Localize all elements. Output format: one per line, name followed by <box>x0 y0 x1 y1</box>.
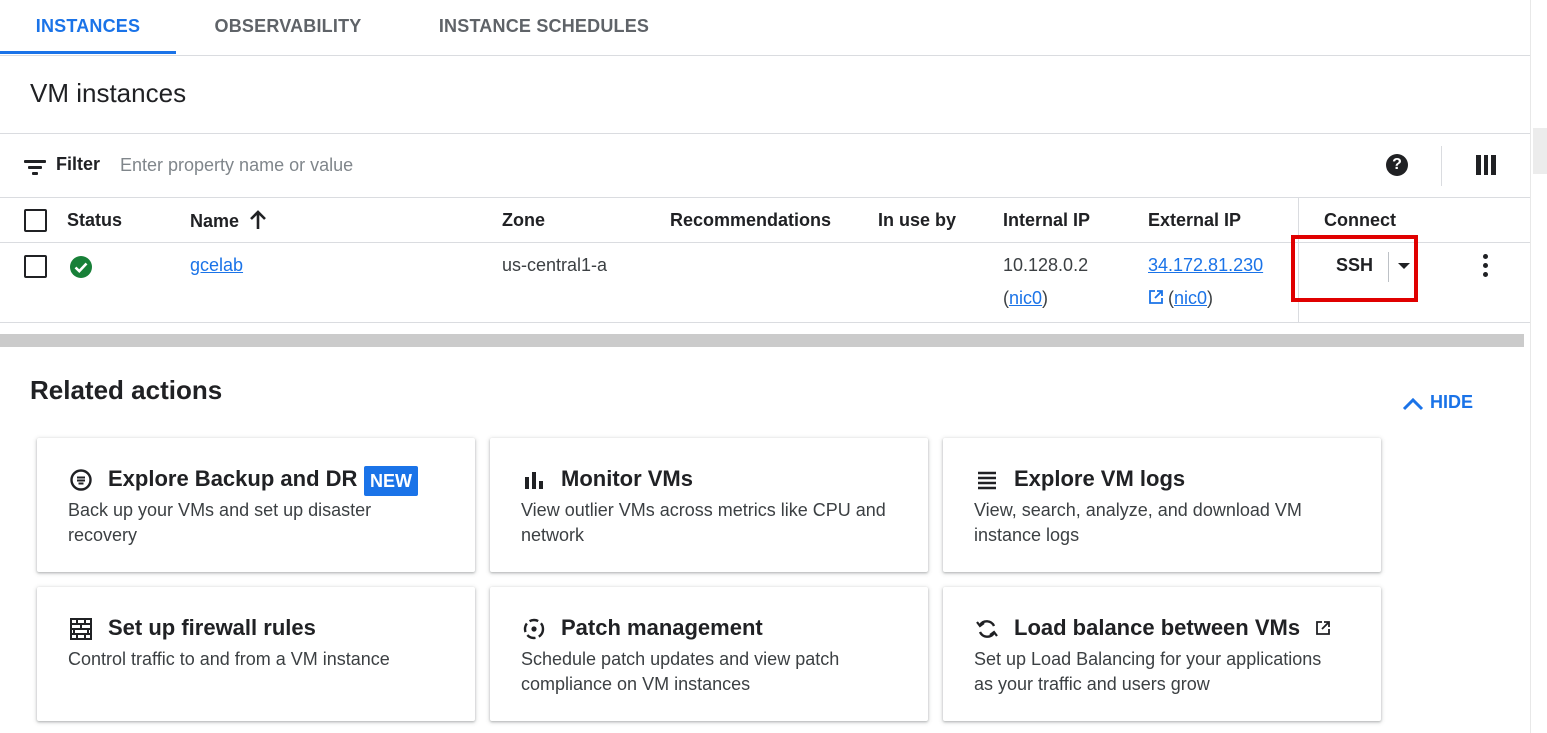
column-name[interactable]: Name <box>190 210 267 235</box>
vertical-scrollbar[interactable] <box>1530 0 1547 733</box>
card-explore-backup-dr[interactable]: Explore Backup and DR NEW Back up your V… <box>37 438 475 572</box>
external-nic: (nic0) <box>1148 288 1213 309</box>
column-internal-ip: Internal IP <box>1003 210 1091 230</box>
column-status: Status <box>67 210 123 230</box>
card-description: Control traffic to and from a VM instanc… <box>68 649 390 669</box>
open-in-new-icon <box>1315 620 1331 636</box>
instance-zone: us-central1-a <box>502 255 608 275</box>
main-content: INSTANCES OBSERVABILITY INSTANCE SCHEDUL… <box>0 0 1530 733</box>
card-title: Explore VM logs <box>1014 466 1186 491</box>
card-monitor-vms[interactable]: Monitor VMs View outlier VMs across metr… <box>490 438 928 572</box>
card-description: View outlier VMs across metrics like CPU… <box>521 500 886 545</box>
ssh-split-divider <box>1388 252 1389 282</box>
external-ip-link[interactable]: 34.172.81.230 <box>1148 255 1263 276</box>
related-actions-title: Related actions <box>30 375 223 405</box>
column-zone: Zone <box>502 210 545 230</box>
card-description: Set up Load Balancing for your applicati… <box>974 649 1322 694</box>
patch-icon <box>522 617 546 641</box>
horizontal-scrollbar[interactable] <box>0 334 1524 347</box>
open-in-new-icon[interactable] <box>1148 289 1164 305</box>
card-title: Set up firewall rules <box>108 615 316 640</box>
tab-instance-schedules[interactable]: INSTANCE SCHEDULES <box>424 0 664 54</box>
internal-ip: 10.128.0.2 <box>1003 255 1089 275</box>
row-checkbox[interactable] <box>24 255 47 278</box>
column-connect: Connect <box>1324 210 1396 230</box>
firewall-icon <box>69 617 93 641</box>
instance-name-link[interactable]: gcelab <box>190 255 243 276</box>
hide-label: HIDE <box>1430 392 1474 412</box>
ssh-button[interactable]: SSH <box>1336 255 1373 276</box>
ssh-dropdown-icon[interactable] <box>1398 263 1410 269</box>
internal-nic: (nic0) <box>1003 288 1049 308</box>
card-firewall-rules[interactable]: Set up firewall rules Control traffic to… <box>37 587 475 721</box>
card-title: Patch management <box>561 615 763 640</box>
vertical-scrollbar-thumb[interactable] <box>1533 128 1547 174</box>
select-all-checkbox[interactable] <box>24 209 47 232</box>
help-icon[interactable]: ? <box>1386 154 1408 176</box>
tab-observability[interactable]: OBSERVABILITY <box>196 0 380 54</box>
column-name-label: Name <box>190 211 240 231</box>
logs-icon <box>975 468 999 492</box>
card-load-balance[interactable]: Load balance between VMs Set up Load Bal… <box>943 587 1381 721</box>
card-description: Schedule patch updates and view patch co… <box>521 649 840 694</box>
internal-nic-link[interactable]: nic0 <box>1009 288 1042 308</box>
card-title: Load balance between VMs <box>1014 615 1301 640</box>
page-title: VM instances <box>30 78 187 108</box>
filter-input[interactable] <box>120 148 620 182</box>
column-recommendations: Recommendations <box>670 210 832 230</box>
chevron-up-icon <box>1402 392 1430 412</box>
column-display-icon[interactable] <box>1476 155 1496 175</box>
card-patch-management[interactable]: Patch management Schedule patch updates … <box>490 587 928 721</box>
load-balance-icon <box>975 617 999 641</box>
external-nic-link[interactable]: nic0 <box>1174 288 1207 308</box>
filter-bar: Filter ? <box>0 133 1530 198</box>
more-vert-icon[interactable] <box>1477 252 1495 280</box>
check-circle-icon <box>70 256 92 278</box>
card-description: View, search, analyze, and download VM i… <box>974 500 1302 545</box>
hide-button[interactable]: HIDE <box>1402 392 1473 413</box>
filter-icon[interactable] <box>24 158 46 176</box>
new-badge: NEW <box>364 466 418 496</box>
tab-bar: INSTANCES OBSERVABILITY INSTANCE SCHEDUL… <box>0 0 1530 56</box>
column-in-use-by: In use by <box>878 210 957 230</box>
card-title: Explore Backup and DR <box>108 466 358 491</box>
bar-chart-icon <box>522 468 546 492</box>
tab-instances[interactable]: INSTANCES <box>0 0 176 54</box>
filter-label: Filter <box>56 154 101 174</box>
column-external-ip: External IP <box>1148 210 1242 230</box>
toolbar-divider <box>1441 146 1442 186</box>
card-description: Back up your VMs and set up disaster rec… <box>68 500 372 545</box>
card-title: Monitor VMs <box>561 466 693 491</box>
arrow-up-icon[interactable] <box>249 210 267 235</box>
card-explore-vm-logs[interactable]: Explore VM logs View, search, analyze, a… <box>943 438 1381 572</box>
backup-icon <box>69 468 93 492</box>
